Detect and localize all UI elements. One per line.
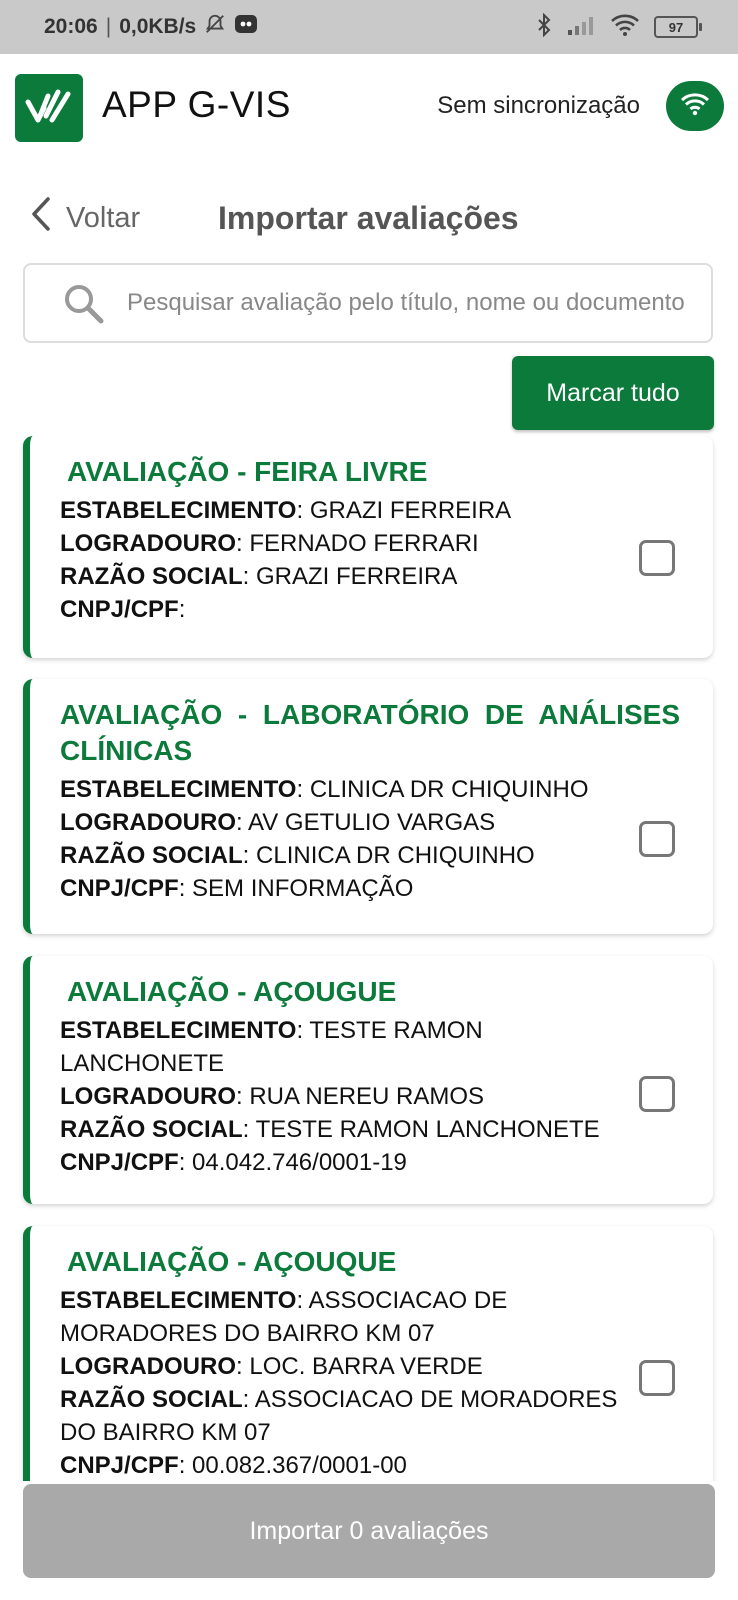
label-company: RAZÃO SOCIAL [60,1116,243,1143]
mark-all-button[interactable]: Marcar tudo [512,356,714,430]
card-company: RAZÃO SOCIAL: ASSOCIACAO DE MORADORES DO… [60,1386,618,1446]
card-checkbox[interactable] [639,540,675,576]
app-notification-icon [234,13,258,41]
evaluation-card[interactable]: AVALIAÇÃO - LABORATÓRIO DE ANÁLISES CLÍN… [23,679,713,934]
status-time: 20:06 [44,15,98,38]
card-street: LOGRADOURO: RUA NEREU RAMOS [60,1083,485,1110]
label-street: LOGRADOURO [60,1353,236,1380]
label-company: RAZÃO SOCIAL [60,563,243,590]
card-checkbox[interactable] [639,1360,675,1396]
evaluation-card[interactable]: AVALIAÇÃO - AÇOUGUE ESTABELECIMENTO: TES… [23,956,713,1204]
label-doc: CNPJ/CPF [60,1149,179,1176]
label-establishment: ESTABELECIMENTO [60,497,297,524]
app-title: APP G-VIS [102,84,291,125]
status-bar: 20:06 | 0,0KB/s 97 [0,0,738,54]
card-company: RAZÃO SOCIAL: TESTE RAMON LANCHONETE [60,1116,600,1143]
search-box[interactable]: Pesquisar avaliação pelo título, nome ou… [23,263,713,343]
wifi-status-icon [610,13,640,42]
card-checkbox[interactable] [639,1076,675,1112]
search-input[interactable]: Pesquisar avaliação pelo título, nome ou… [127,289,687,317]
label-street: LOGRADOURO [60,530,236,557]
evaluation-card[interactable]: AVALIAÇÃO - AÇOUQUE ESTABELECIMENTO: ASS… [23,1226,713,1481]
label-doc: CNPJ/CPF [60,596,179,623]
card-doc: CNPJ/CPF: SEM INFORMAÇÃO [60,875,414,902]
label-establishment: ESTABELECIMENTO [60,1287,297,1314]
card-establishment: ESTABELECIMENTO: GRAZI FERREIRA [60,497,512,524]
mute-bell-icon [204,13,226,41]
card-establishment: ESTABELECIMENTO: TESTE RAMON LANCHONETE [60,1017,483,1077]
card-street: LOGRADOURO: AV GETULIO VARGAS [60,809,496,836]
label-company: RAZÃO SOCIAL [60,1386,243,1413]
chevron-left-icon [30,196,52,240]
value-establishment: CLINICA DR CHIQUINHO [309,776,589,803]
card-title: AVALIAÇÃO - AÇOUQUE [67,1246,397,1277]
app-logo [15,74,83,142]
evaluation-list: AVALIAÇÃO - FEIRA LIVRE ESTABELECIMENTO:… [0,436,738,1481]
value-street: RUA NEREU RAMOS [249,1083,485,1110]
nav-row: Voltar Importar avaliações [0,186,738,252]
label-establishment: ESTABELECIMENTO [60,776,297,803]
card-company: RAZÃO SOCIAL: CLINICA DR CHIQUINHO [60,842,535,869]
value-doc: SEM INFORMAÇÃO [192,875,414,902]
label-establishment: ESTABELECIMENTO [60,1017,297,1044]
card-establishment: ESTABELECIMENTO: ASSOCIACAO DE MORADORES… [60,1287,508,1347]
signal-icon [566,14,596,41]
evaluation-card[interactable]: AVALIAÇÃO - FEIRA LIVRE ESTABELECIMENTO:… [23,436,713,658]
card-street: LOGRADOURO: FERNADO FERRARI [60,530,479,557]
card-title: AVALIAÇÃO - LABORATÓRIO DE ANÁLISES CLÍN… [60,699,680,766]
page-title: Importar avaliações [218,200,519,236]
card-doc: CNPJ/CPF: [60,596,186,623]
card-doc: CNPJ/CPF: 04.042.746/0001-19 [60,1149,407,1176]
card-title: AVALIAÇÃO - FEIRA LIVRE [67,456,428,487]
card-company: RAZÃO SOCIAL: GRAZI FERREIRA [60,563,458,590]
label-company: RAZÃO SOCIAL [60,842,243,869]
card-establishment: ESTABELECIMENTO: CLINICA DR CHIQUINHO [60,776,589,803]
label-doc: CNPJ/CPF [60,875,179,902]
back-button[interactable]: Voltar [30,196,140,240]
card-title: AVALIAÇÃO - AÇOUGUE [67,976,397,1007]
label-doc: CNPJ/CPF [60,1452,179,1479]
app-header: APP G-VIS Sem sincronização [0,54,738,158]
status-network-speed: 0,0KB/s [119,15,197,38]
value-doc: 00.082.367/0001-00 [192,1452,407,1479]
sync-button[interactable] [666,81,724,131]
value-doc: 04.042.746/0001-19 [192,1149,407,1176]
battery-level: 97 [668,19,684,35]
value-company: GRAZI FERREIRA [256,563,458,590]
sync-status-label: Sem sincronização [437,92,640,119]
card-doc: CNPJ/CPF: 00.082.367/0001-00 [60,1452,407,1479]
value-establishment: GRAZI FERREIRA [309,497,512,524]
value-street: AV GETULIO VARGAS [248,809,496,836]
back-label: Voltar [66,201,141,234]
label-street: LOGRADOURO [60,809,236,836]
battery-icon: 97 [654,16,702,38]
label-street: LOGRADOURO [60,1083,236,1110]
wifi-icon [680,92,710,121]
bluetooth-icon [536,12,552,42]
card-street: LOGRADOURO: LOC. BARRA VERDE [60,1353,483,1380]
value-company: TESTE RAMON LANCHONETE [255,1116,600,1143]
value-street: FERNADO FERRARI [249,530,479,557]
value-street: LOC. BARRA VERDE [249,1353,483,1380]
import-button[interactable]: Importar 0 avaliações [23,1484,715,1578]
value-company: CLINICA DR CHIQUINHO [256,842,535,869]
card-checkbox[interactable] [639,821,675,857]
search-icon [61,281,105,325]
